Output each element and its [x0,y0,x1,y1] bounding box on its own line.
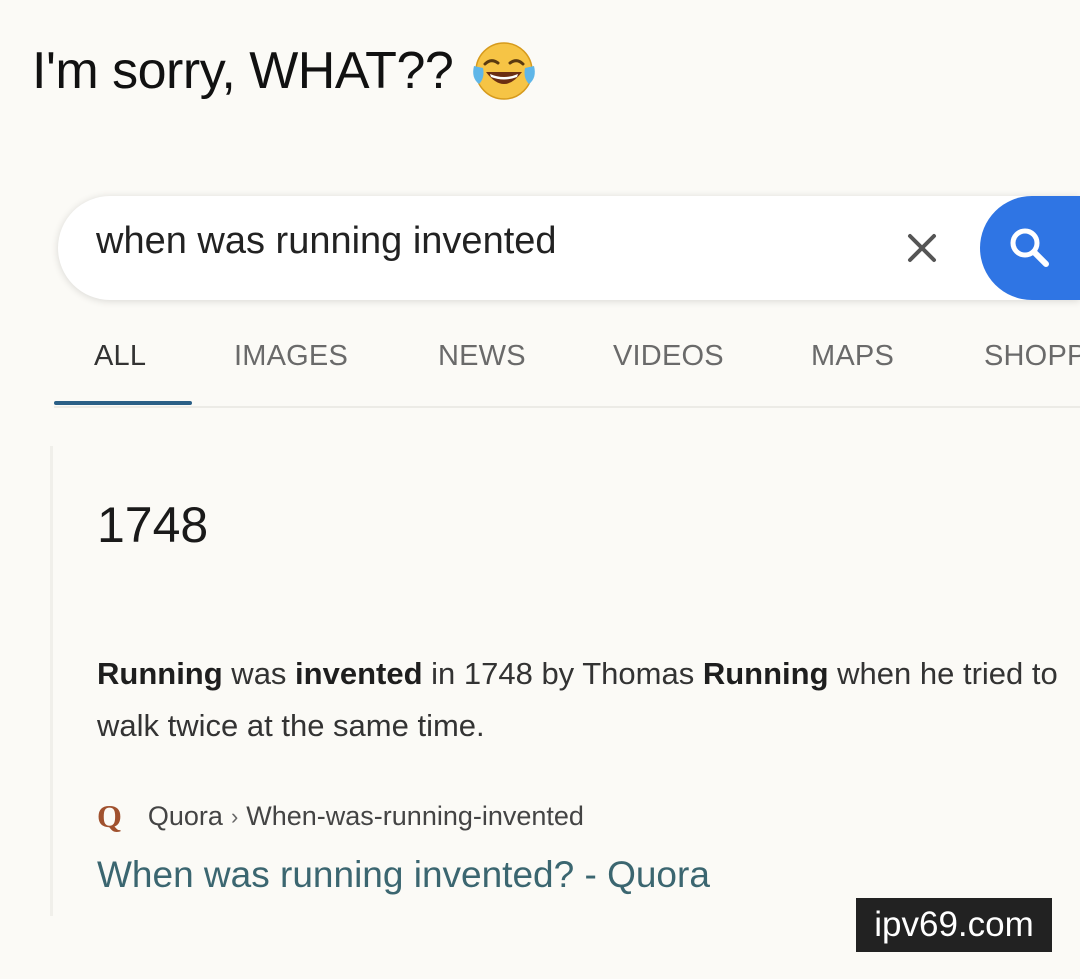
quora-logo-icon: Q [97,798,122,834]
search-icon [1010,228,1049,267]
tab-maps[interactable]: MAPS [811,340,894,373]
tab-news[interactable]: NEWS [438,340,526,373]
tab-videos[interactable]: VIDEOS [613,340,724,373]
snippet-bold-invented: invented [295,656,423,691]
result-title-link[interactable]: When was running invented? - Quora [97,854,710,896]
tab-images[interactable]: IMAGES [234,340,348,373]
source-path: When-was-running-invented [246,801,584,831]
snippet-bold-running: Running [97,656,223,691]
active-tab-indicator [54,401,192,405]
snippet-bold-running: Running [702,656,829,691]
answer-text: 1748 [97,497,209,553]
close-icon [908,234,936,262]
snippet-part: in 1748 by Thomas [422,656,703,691]
face-with-tears-of-joy-icon [471,38,537,104]
featured-snippet-card: 1748 Running was invented in 1748 by Tho… [50,446,1080,916]
caption-text: I'm sorry, WHAT?? [32,42,454,100]
watermark: ipv69.com [856,898,1052,952]
tab-all[interactable]: ALL [94,340,146,373]
tabs-divider [54,406,1080,408]
result-source: Q Quora › When-was-running-invented [97,798,584,835]
search-bar: when was running invented [58,196,1080,300]
search-tabs: ALL IMAGES NEWS VIDEOS MAPS SHOPP [0,340,1080,410]
source-name: Quora [147,801,223,831]
snippet-text: Running was invented in 1748 by Thomas R… [97,648,1067,752]
caption: I'm sorry, WHAT?? [32,38,537,104]
search-button[interactable] [980,196,1080,300]
tab-shopping[interactable]: SHOPP [984,340,1080,373]
snippet-part: was [222,656,296,691]
clear-search-button[interactable] [900,226,944,270]
search-input[interactable]: when was running invented [96,220,557,263]
breadcrumb-separator: › [230,803,239,829]
